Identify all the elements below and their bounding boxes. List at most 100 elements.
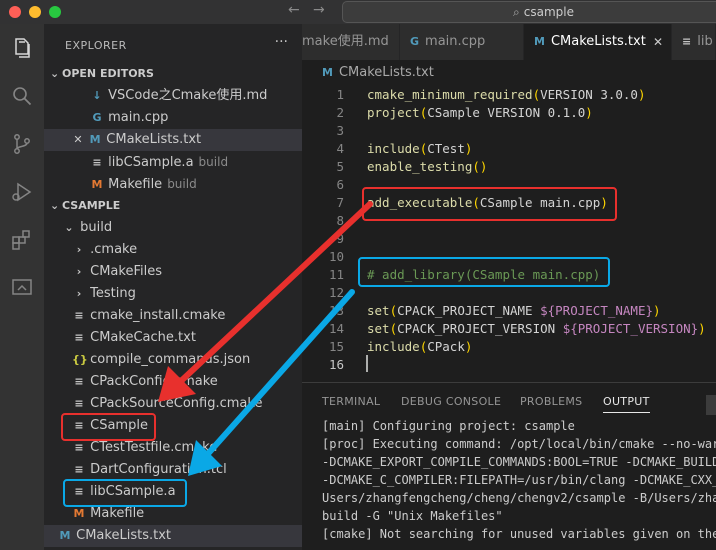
chevron-right-icon: › <box>76 287 82 300</box>
line-number: 15 <box>328 339 344 354</box>
line-number: 16 <box>328 357 344 372</box>
output-line: [main] Configuring project: csample <box>322 419 575 433</box>
file-icon: ≡ <box>74 375 84 388</box>
line-number: 6 <box>336 177 344 192</box>
close-icon[interactable]: ✕ <box>653 24 663 60</box>
file-icon: ≡ <box>74 397 84 410</box>
chevron-down-icon: ⌄ <box>50 199 60 212</box>
search-text: csample <box>523 5 574 19</box>
code-line: set(CPACK_PROJECT_VERSION ${PROJECT_VERS… <box>367 321 706 336</box>
line-number: 5 <box>336 159 344 174</box>
close-window-button[interactable] <box>9 6 21 18</box>
open-editor-item[interactable]: G main.cpp <box>44 107 302 129</box>
line-number: 14 <box>328 321 344 336</box>
minimize-window-button[interactable] <box>29 6 41 18</box>
maximize-window-button[interactable] <box>49 6 61 18</box>
cmake-icon: M <box>322 66 333 79</box>
tab-markdown[interactable]: make使用.md <box>302 24 400 60</box>
cmake-icon: M <box>59 529 71 542</box>
tab-terminal[interactable]: TERMINAL <box>322 395 380 408</box>
tab-debug-console[interactable]: DEBUG CONSOLE <box>401 395 501 408</box>
explorer-sidebar: EXPLORER ··· ⌄ OPEN EDITORS ↓ VSCode之Cmak… <box>44 24 302 550</box>
output-line: build -G "Unix Makefiles" <box>322 509 503 523</box>
open-editor-item[interactable]: ↓ VSCode之Cmake使用.md <box>44 85 302 107</box>
command-center-search[interactable]: ⌕ csample <box>342 1 716 23</box>
tree-file[interactable]: ≡ CMakeCache.txt <box>44 327 302 349</box>
more-actions-icon[interactable]: ··· <box>275 34 288 50</box>
bottom-panel: TERMINAL DEBUG CONSOLE PROBLEMS OUTPUT [… <box>302 382 716 550</box>
tab-lib[interactable]: ≡ lib <box>672 24 716 60</box>
line-number: 3 <box>336 123 344 138</box>
activity-bar <box>0 24 44 550</box>
tab-problems[interactable]: PROBLEMS <box>520 395 582 408</box>
search-icon[interactable] <box>8 84 36 112</box>
tree-folder-build[interactable]: ⌄ build <box>44 217 302 239</box>
forward-arrow-icon[interactable]: → <box>313 2 325 18</box>
remote-explorer-icon[interactable] <box>8 276 36 304</box>
tree-file[interactable]: ≡ DartConfiguration.tcl <box>44 459 302 481</box>
tree-file[interactable]: ≡ cmake_install.cmake <box>44 305 302 327</box>
files-icon[interactable] <box>8 36 36 64</box>
tree-folder[interactable]: › .cmake <box>44 239 302 261</box>
highlight-box-libcsample <box>63 479 187 507</box>
code-line: include(CPack) <box>367 339 473 354</box>
tree-file[interactable]: ≡ CPackConfig.cmake <box>44 371 302 393</box>
markdown-icon: ↓ <box>92 89 102 102</box>
file-icon: ≡ <box>74 463 84 476</box>
line-number: 9 <box>336 231 344 246</box>
tree-file[interactable]: {} compile_commands.json <box>44 349 302 371</box>
code-line: set(CPACK_PROJECT_NAME ${PROJECT_NAME}) <box>367 303 661 318</box>
code-line: enable_testing() <box>367 159 488 174</box>
json-icon: {} <box>72 353 88 366</box>
back-arrow-icon[interactable]: ← <box>288 2 300 18</box>
line-number: 1 <box>336 87 344 102</box>
line-number: 12 <box>328 285 344 300</box>
output-line: [cmake] Not searching for unused variabl… <box>322 527 716 541</box>
open-editors-header[interactable]: ⌄ OPEN EDITORS <box>44 63 302 85</box>
extensions-icon[interactable] <box>8 228 36 256</box>
file-icon: ≡ <box>682 35 692 48</box>
file-icon: ≡ <box>92 156 102 169</box>
breadcrumb[interactable]: M CMakeLists.txt <box>302 62 716 84</box>
output-line: [proc] Executing command: /opt/local/bin… <box>322 437 716 451</box>
makefile-icon: M <box>91 178 103 191</box>
line-number: 13 <box>328 303 344 318</box>
editor-tabs: make使用.md Gmain.cpp M CMakeLists.txt ✕ ≡ l… <box>302 24 716 60</box>
tab-output[interactable]: OUTPUT <box>603 395 650 413</box>
file-icon: ≡ <box>74 331 84 344</box>
code-line: include(CTest) <box>367 141 473 156</box>
title-bar: ← → ⌕ csample <box>0 0 716 24</box>
file-icon: ≡ <box>74 309 84 322</box>
highlight-box-add-library <box>358 257 610 287</box>
tree-folder[interactable]: › Testing <box>44 283 302 305</box>
text-cursor <box>366 355 368 372</box>
open-editor-item-active[interactable]: ✕ M CMakeLists.txt <box>44 129 302 151</box>
output-line: Users/zhangfengcheng/cheng/chengv2/csamp… <box>322 491 716 505</box>
cpp-icon: G <box>92 111 102 124</box>
explorer-title: EXPLORER <box>65 39 127 52</box>
open-editor-item[interactable]: M Makefile build <box>44 173 302 195</box>
source-control-icon[interactable] <box>8 132 36 160</box>
line-number: 10 <box>328 249 344 264</box>
chevron-right-icon: › <box>76 265 82 278</box>
open-editor-item[interactable]: ≡ libCSample.a build <box>44 151 302 173</box>
code-line: project(CSample VERSION 0.1.0) <box>367 105 593 120</box>
tree-folder[interactable]: › CMakeFiles <box>44 261 302 283</box>
highlight-box-add-executable <box>362 187 617 221</box>
panel-scroll-handle[interactable] <box>706 395 716 415</box>
code-line: cmake_minimum_required(VERSION 3.0.0) <box>367 87 646 102</box>
tree-file[interactable]: ≡ CPackSourceConfig.cmake <box>44 393 302 415</box>
output-line: -DCMAKE_EXPORT_COMPILE_COMMANDS:BOOL=TRU… <box>322 455 716 469</box>
tab-main-cpp[interactable]: Gmain.cpp <box>400 24 524 60</box>
workspace-header[interactable]: ⌄ CSAMPLE <box>44 195 302 217</box>
close-icon[interactable]: ✕ <box>72 129 84 151</box>
line-number: 4 <box>336 141 344 156</box>
run-debug-icon[interactable] <box>8 180 36 208</box>
highlight-box-csample <box>61 413 156 441</box>
chevron-down-icon: ⌄ <box>64 221 74 234</box>
code-editor[interactable]: 1 2 3 4 5 6 7 8 9 10 11 12 13 14 15 16 c… <box>302 84 716 380</box>
tree-file-cmakelists-active[interactable]: M CMakeLists.txt <box>44 525 302 547</box>
output-line: -DCMAKE_C_COMPILER:FILEPATH=/usr/bin/cla… <box>322 473 716 487</box>
tab-cmakelists[interactable]: M CMakeLists.txt ✕ <box>524 24 672 60</box>
chevron-right-icon: › <box>76 243 82 256</box>
